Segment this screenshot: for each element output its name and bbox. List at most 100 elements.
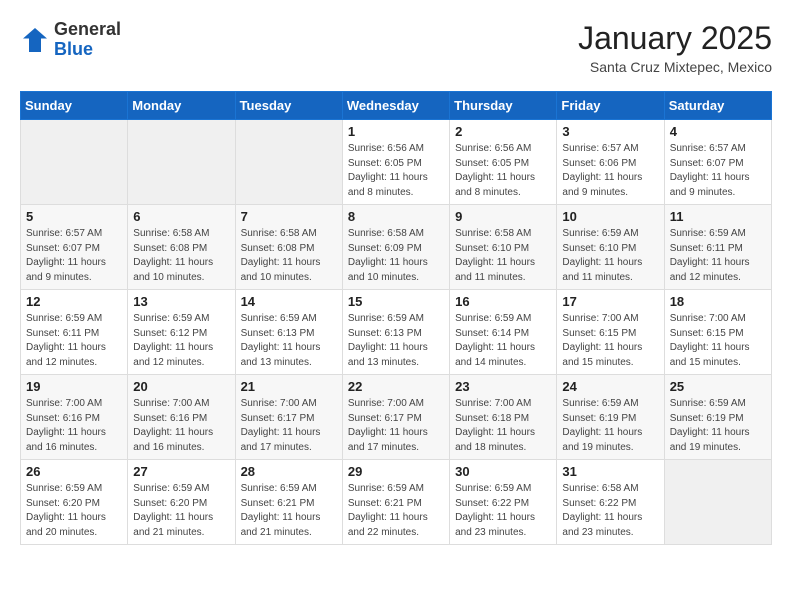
calendar-week-4: 19Sunrise: 7:00 AM Sunset: 6:16 PM Dayli… <box>21 375 772 460</box>
day-info: Sunrise: 6:59 AM Sunset: 6:12 PM Dayligh… <box>133 312 229 370</box>
day-info: Sunrise: 6:58 AM Sunset: 6:10 PM Dayligh… <box>455 227 551 285</box>
calendar-cell: 10 Sunrise: 6:59 AM Sunset: 6:10 PM Dayli… <box>557 205 664 290</box>
calendar-week-5: 26 Sunrise: 6:59 AM Sunset: 6:20 PM Dayli… <box>21 460 772 545</box>
calendar-cell: 26 Sunrise: 6:59 AM Sunset: 6:20 PM Dayli… <box>21 460 128 545</box>
day-number: 10 <box>562 209 658 224</box>
calendar-week-1: 1 Sunrise: 6:56 AM Sunset: 6:05 PM Daylig… <box>21 120 772 205</box>
day-info: Sunrise: 6:59 AM Sunset: 6:19 PM Dayligh… <box>562 397 658 455</box>
calendar-cell: 4 Sunrise: 6:57 AM Sunset: 6:07 PM Daylig… <box>664 120 771 205</box>
day-info: Sunrise: 6:59 AM Sunset: 6:19 PM Dayligh… <box>670 397 766 455</box>
day-number: 11 <box>670 209 766 224</box>
day-info: Sunrise: 6:57 AM Sunset: 6:06 PM Dayligh… <box>562 142 658 200</box>
day-info: Sunrise: 6:59 AM Sunset: 6:11 PM Dayligh… <box>26 312 122 370</box>
day-number: 2 <box>455 124 551 139</box>
day-number: 16 <box>455 294 551 309</box>
day-info: Sunrise: 6:58 AM Sunset: 6:08 PM Dayligh… <box>241 227 337 285</box>
day-info: Sunrise: 6:59 AM Sunset: 6:11 PM Dayligh… <box>670 227 766 285</box>
logo-blue-text: Blue <box>54 40 121 60</box>
calendar-cell: 23 Sunrise: 7:00 AM Sunset: 6:18 PM Dayli… <box>450 375 557 460</box>
calendar-cell: 15 Sunrise: 6:59 AM Sunset: 6:13 PM Dayli… <box>342 290 449 375</box>
weekday-header-sunday: Sunday <box>21 92 128 120</box>
day-number: 28 <box>241 464 337 479</box>
day-number: 1 <box>348 124 444 139</box>
day-info: Sunrise: 6:59 AM Sunset: 6:20 PM Dayligh… <box>133 482 229 540</box>
calendar-cell: 29 Sunrise: 6:59 AM Sunset: 6:21 PM Dayli… <box>342 460 449 545</box>
day-number: 27 <box>133 464 229 479</box>
weekday-header-saturday: Saturday <box>664 92 771 120</box>
day-info: Sunrise: 6:56 AM Sunset: 6:05 PM Dayligh… <box>348 142 444 200</box>
logo-icon <box>20 25 50 55</box>
calendar-cell: 3 Sunrise: 6:57 AM Sunset: 6:06 PM Daylig… <box>557 120 664 205</box>
day-info: Sunrise: 6:59 AM Sunset: 6:10 PM Dayligh… <box>562 227 658 285</box>
weekday-header-thursday: Thursday <box>450 92 557 120</box>
location-text: Santa Cruz Mixtepec, Mexico <box>578 59 772 75</box>
month-title: January 2025 <box>578 20 772 57</box>
calendar-cell: 2 Sunrise: 6:56 AM Sunset: 6:05 PM Daylig… <box>450 120 557 205</box>
day-info: Sunrise: 7:00 AM Sunset: 6:15 PM Dayligh… <box>562 312 658 370</box>
calendar-cell: 21 Sunrise: 7:00 AM Sunset: 6:17 PM Dayli… <box>235 375 342 460</box>
calendar-cell: 5Sunrise: 6:57 AM Sunset: 6:07 PM Daylig… <box>21 205 128 290</box>
day-number: 6 <box>133 209 229 224</box>
calendar-cell <box>235 120 342 205</box>
day-number: 4 <box>670 124 766 139</box>
calendar-cell <box>128 120 235 205</box>
weekday-header-tuesday: Tuesday <box>235 92 342 120</box>
day-number: 20 <box>133 379 229 394</box>
calendar-cell: 25Sunrise: 6:59 AM Sunset: 6:19 PM Dayli… <box>664 375 771 460</box>
day-info: Sunrise: 6:56 AM Sunset: 6:05 PM Dayligh… <box>455 142 551 200</box>
calendar-cell: 9 Sunrise: 6:58 AM Sunset: 6:10 PM Daylig… <box>450 205 557 290</box>
day-number: 7 <box>241 209 337 224</box>
calendar-cell: 30 Sunrise: 6:59 AM Sunset: 6:22 PM Dayli… <box>450 460 557 545</box>
calendar-cell: 12 Sunrise: 6:59 AM Sunset: 6:11 PM Dayli… <box>21 290 128 375</box>
calendar-cell: 31Sunrise: 6:58 AM Sunset: 6:22 PM Dayli… <box>557 460 664 545</box>
day-number: 15 <box>348 294 444 309</box>
day-number: 13 <box>133 294 229 309</box>
day-info: Sunrise: 6:59 AM Sunset: 6:21 PM Dayligh… <box>348 482 444 540</box>
calendar-cell: 1 Sunrise: 6:56 AM Sunset: 6:05 PM Daylig… <box>342 120 449 205</box>
day-number: 30 <box>455 464 551 479</box>
day-number: 21 <box>241 379 337 394</box>
day-info: Sunrise: 6:59 AM Sunset: 6:20 PM Dayligh… <box>26 482 122 540</box>
day-number: 8 <box>348 209 444 224</box>
day-number: 9 <box>455 209 551 224</box>
calendar-cell: 27 Sunrise: 6:59 AM Sunset: 6:20 PM Dayli… <box>128 460 235 545</box>
day-number: 26 <box>26 464 122 479</box>
day-info: Sunrise: 6:59 AM Sunset: 6:21 PM Dayligh… <box>241 482 337 540</box>
day-info: Sunrise: 6:59 AM Sunset: 6:13 PM Dayligh… <box>348 312 444 370</box>
weekday-header-row: SundayMondayTuesdayWednesdayThursdayFrid… <box>21 92 772 120</box>
day-info: Sunrise: 7:00 AM Sunset: 6:17 PM Dayligh… <box>241 397 337 455</box>
day-number: 3 <box>562 124 658 139</box>
day-info: Sunrise: 7:00 AM Sunset: 6:16 PM Dayligh… <box>26 397 122 455</box>
day-info: Sunrise: 6:59 AM Sunset: 6:14 PM Dayligh… <box>455 312 551 370</box>
day-number: 24 <box>562 379 658 394</box>
day-number: 29 <box>348 464 444 479</box>
day-info: Sunrise: 6:58 AM Sunset: 6:22 PM Dayligh… <box>562 482 658 540</box>
calendar-cell: 17Sunrise: 7:00 AM Sunset: 6:15 PM Dayli… <box>557 290 664 375</box>
day-info: Sunrise: 7:00 AM Sunset: 6:18 PM Dayligh… <box>455 397 551 455</box>
weekday-header-friday: Friday <box>557 92 664 120</box>
logo-general-text: General <box>54 20 121 40</box>
day-info: Sunrise: 7:00 AM Sunset: 6:15 PM Dayligh… <box>670 312 766 370</box>
calendar-cell: 22Sunrise: 7:00 AM Sunset: 6:17 PM Dayli… <box>342 375 449 460</box>
calendar-cell: 20 Sunrise: 7:00 AM Sunset: 6:16 PM Dayli… <box>128 375 235 460</box>
day-info: Sunrise: 6:59 AM Sunset: 6:13 PM Dayligh… <box>241 312 337 370</box>
day-info: Sunrise: 6:57 AM Sunset: 6:07 PM Dayligh… <box>670 142 766 200</box>
calendar-cell <box>21 120 128 205</box>
calendar-cell <box>664 460 771 545</box>
calendar-cell: 8 Sunrise: 6:58 AM Sunset: 6:09 PM Daylig… <box>342 205 449 290</box>
calendar-cell: 11 Sunrise: 6:59 AM Sunset: 6:11 PM Dayli… <box>664 205 771 290</box>
calendar-cell: 28 Sunrise: 6:59 AM Sunset: 6:21 PM Dayli… <box>235 460 342 545</box>
calendar-table: SundayMondayTuesdayWednesdayThursdayFrid… <box>20 91 772 545</box>
weekday-header-wednesday: Wednesday <box>342 92 449 120</box>
day-number: 23 <box>455 379 551 394</box>
day-info: Sunrise: 7:00 AM Sunset: 6:16 PM Dayligh… <box>133 397 229 455</box>
day-info: Sunrise: 6:59 AM Sunset: 6:22 PM Dayligh… <box>455 482 551 540</box>
calendar-cell: 16 Sunrise: 6:59 AM Sunset: 6:14 PM Dayli… <box>450 290 557 375</box>
calendar-cell: 18 Sunrise: 7:00 AM Sunset: 6:15 PM Dayli… <box>664 290 771 375</box>
calendar-cell: 19Sunrise: 7:00 AM Sunset: 6:16 PM Dayli… <box>21 375 128 460</box>
day-number: 18 <box>670 294 766 309</box>
day-info: Sunrise: 6:58 AM Sunset: 6:09 PM Dayligh… <box>348 227 444 285</box>
day-number: 14 <box>241 294 337 309</box>
calendar-cell: 7 Sunrise: 6:58 AM Sunset: 6:08 PM Daylig… <box>235 205 342 290</box>
day-number: 12 <box>26 294 122 309</box>
